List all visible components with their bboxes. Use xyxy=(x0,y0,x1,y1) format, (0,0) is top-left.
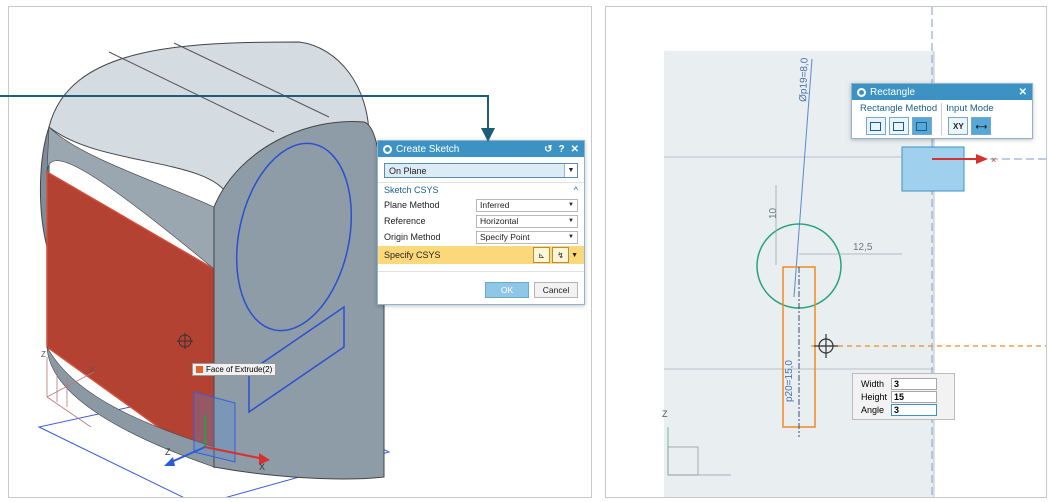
right-viewport[interactable]: × Øp19=8,0 10 12,5 p20=15,0 Z Rectangle … xyxy=(605,6,1047,498)
input-mode-label: Input Mode xyxy=(946,103,994,114)
rectangle-title: Rectangle xyxy=(870,86,916,98)
callout-arrowhead xyxy=(481,128,495,142)
width-input[interactable]: 3 xyxy=(891,377,937,390)
input-mode-group: Input Mode XY ⟷ xyxy=(942,103,998,135)
angle-input[interactable]: 3 xyxy=(891,403,937,416)
coordinate-mode-button[interactable]: XY xyxy=(948,117,969,135)
parameter-mode-icon[interactable]: ⟷ xyxy=(971,117,992,135)
preview-rect xyxy=(901,146,965,192)
height-row: Height 15 xyxy=(861,390,951,403)
rectangle-method-group: Rectangle Method xyxy=(856,103,943,135)
x-axis-mark: × xyxy=(991,155,996,165)
width-row: Width 3 xyxy=(861,377,951,390)
width-label: Width xyxy=(861,378,885,389)
diameter-dimension[interactable]: Øp19=8,0 xyxy=(798,57,811,102)
rectangle-dialog: Rectangle ✕ Rectangle Method Input Mode … xyxy=(851,83,1033,139)
height-dimension[interactable]: p20=15,0 xyxy=(784,360,795,402)
callout-line xyxy=(0,95,489,132)
angle-row: Angle 3 xyxy=(861,403,951,416)
rectangle-method-label: Rectangle Method xyxy=(860,103,938,114)
rect-two-points-icon[interactable] xyxy=(865,117,886,135)
height-input[interactable]: 15 xyxy=(891,390,937,403)
height-label: Height xyxy=(861,391,888,402)
angle-label: Angle xyxy=(861,404,885,415)
sketch-graphics[interactable]: × Øp19=8,0 10 12,5 p20=15,0 Z xyxy=(606,7,1046,497)
rect-from-center-icon[interactable] xyxy=(911,117,932,135)
x-axis-arrow xyxy=(976,154,988,164)
horizontal-dimension[interactable]: 12,5 xyxy=(853,242,873,253)
vertical-dimension[interactable]: 10 xyxy=(768,207,779,219)
gear-icon xyxy=(857,87,866,97)
rectangle-options: Rectangle Method Input Mode XY ⟷ xyxy=(852,100,1032,138)
rectangle-titlebar[interactable]: Rectangle ✕ xyxy=(852,84,1032,100)
close-button[interactable]: ✕ xyxy=(1019,87,1027,98)
triad-z-label: Z xyxy=(662,409,668,419)
rect-three-points-icon[interactable] xyxy=(888,117,909,135)
dynamic-input-box: Width 3 Height 15 Angle 3 xyxy=(852,373,955,420)
